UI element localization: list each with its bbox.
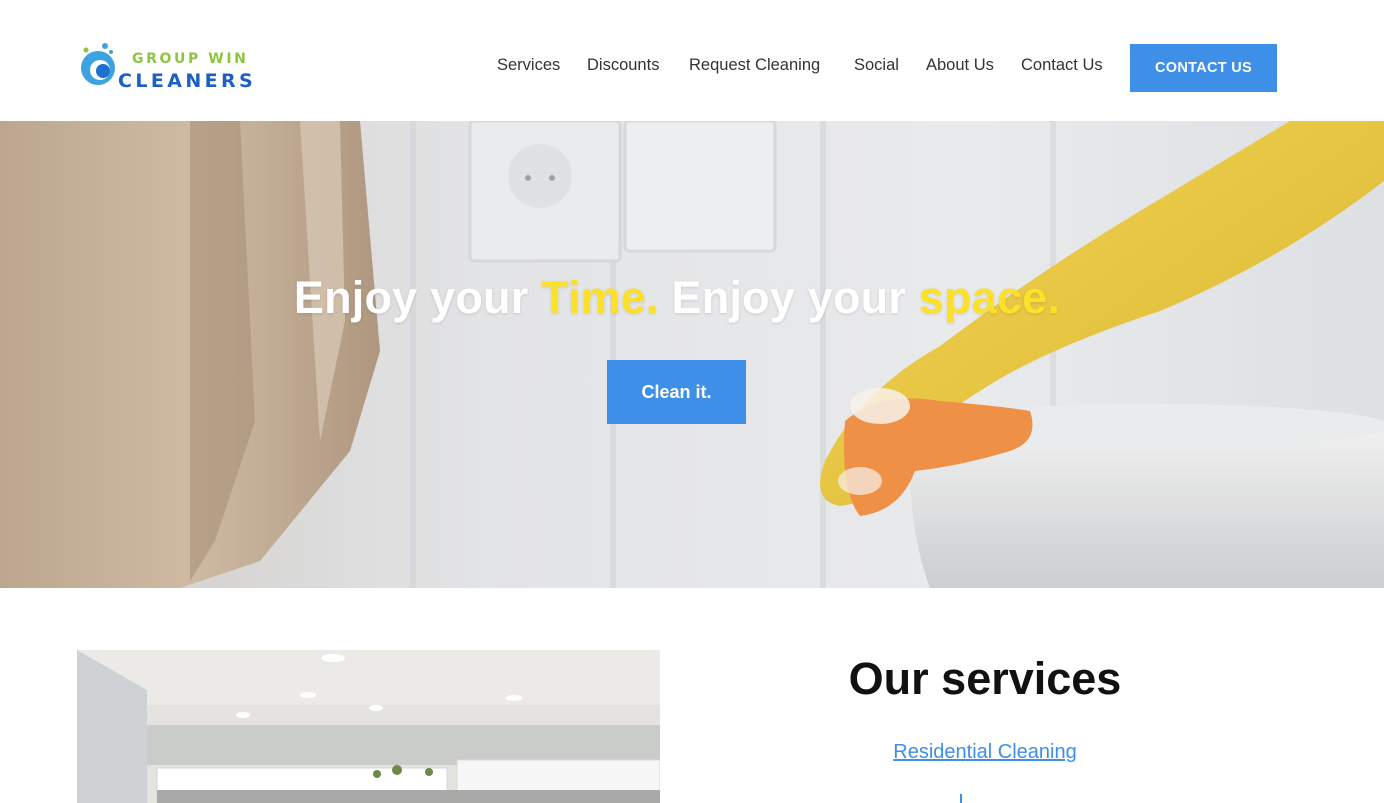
water-drop-logo-icon bbox=[81, 43, 115, 85]
nav-item-about-us[interactable]: About Us bbox=[926, 56, 994, 75]
nav-item-request-cleaning[interactable]: Request Cleaning bbox=[689, 56, 820, 75]
nav-item-discounts[interactable]: Discounts bbox=[587, 56, 659, 75]
hero-title-highlight-space: space. bbox=[918, 272, 1061, 323]
hero-title-part1: Enjoy your bbox=[293, 272, 542, 323]
services-title: Our services bbox=[848, 653, 1122, 704]
nav-item-services[interactable]: Services bbox=[497, 56, 560, 75]
nav-item-contact-us[interactable]: Contact Us bbox=[1021, 56, 1103, 75]
site-header: GROUP WIN CLEANERS Services Discounts Re… bbox=[0, 0, 1384, 121]
hero-title-part2: Enjoy your bbox=[658, 272, 919, 323]
site-logo[interactable]: GROUP WIN CLEANERS bbox=[76, 40, 276, 96]
logo-text-cleaners: CLEANERS bbox=[118, 70, 257, 92]
kitchen-photo bbox=[77, 650, 660, 803]
logo-text-group-win: GROUP WIN bbox=[132, 51, 249, 67]
service-link-residential-cleaning[interactable]: Residential Cleaning bbox=[785, 741, 1185, 764]
service-link-partial[interactable] bbox=[957, 794, 965, 803]
clean-it-button[interactable]: Clean it. bbox=[607, 360, 746, 424]
services-section: Our services Residential Cleaning bbox=[0, 588, 1384, 803]
hero-banner: Enjoy your Time. Enjoy your space. Clean… bbox=[0, 121, 1384, 588]
hero-background-image bbox=[0, 121, 1384, 588]
hero-title-highlight-time: Time. bbox=[541, 272, 659, 323]
nav-item-social[interactable]: Social bbox=[854, 56, 899, 75]
contact-us-button[interactable]: CONTACT US bbox=[1130, 44, 1277, 92]
hero-title: Enjoy your Time. Enjoy your space. bbox=[0, 272, 1384, 324]
